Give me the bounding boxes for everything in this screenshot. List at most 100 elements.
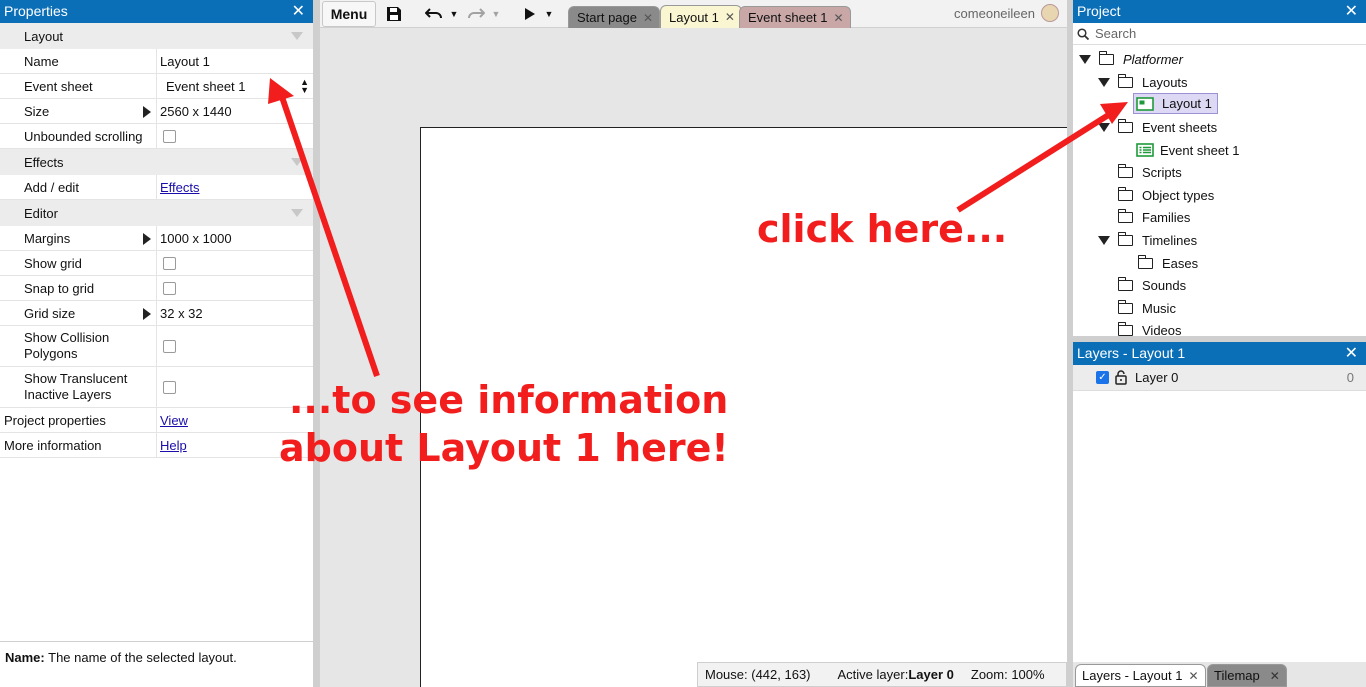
avatar xyxy=(1041,4,1059,22)
tree-label: Videos xyxy=(1142,322,1182,336)
tree-families[interactable]: Families xyxy=(1117,206,1190,229)
layer-row[interactable]: ✓ Layer 0 0 xyxy=(1073,365,1366,391)
event-sheet-value: Event sheet 1 xyxy=(166,78,246,94)
tab-label: Layout 1 xyxy=(669,9,719,25)
close-icon[interactable]: ✕ xyxy=(725,10,735,24)
zoom-level: Zoom: 100% xyxy=(970,667,1045,682)
tree-scripts[interactable]: Scripts xyxy=(1117,161,1182,184)
undo-dropdown-icon[interactable]: ▼ xyxy=(448,0,460,28)
splitter[interactable] xyxy=(313,0,320,687)
redo-icon[interactable] xyxy=(464,0,488,28)
layer-index: 0 xyxy=(1346,370,1354,385)
collapse-icon[interactable] xyxy=(291,158,303,166)
event-sheet-select[interactable]: Event sheet 1 ▲ ▼ xyxy=(157,74,313,98)
tree-eases[interactable]: Eases xyxy=(1137,252,1199,275)
prop-row-event-sheet: Event sheet Event sheet 1 ▲ ▼ xyxy=(0,74,313,99)
tree-label: Scripts xyxy=(1142,164,1182,180)
tree-label: Eases xyxy=(1162,255,1199,271)
close-icon[interactable]: ✕ xyxy=(1345,342,1358,365)
play-icon[interactable] xyxy=(518,0,542,28)
close-icon[interactable]: ✕ xyxy=(643,11,653,25)
tab-start-page[interactable]: Start page ✕ xyxy=(568,6,661,28)
close-icon[interactable]: ✕ xyxy=(1188,669,1198,683)
tab-layers[interactable]: Layers - Layout 1 ✕ xyxy=(1075,664,1206,687)
prop-label: Show Collision Polygons xyxy=(0,326,157,366)
folder-icon xyxy=(1117,186,1133,201)
properties-header: Properties ✕ xyxy=(0,0,313,23)
view-link[interactable]: View xyxy=(160,413,188,428)
prop-label: Add / edit xyxy=(0,175,157,199)
margins-value[interactable]: 1000 x 1000 xyxy=(160,231,232,246)
tree-layout-1[interactable]: Layout 1 xyxy=(1133,93,1218,114)
prop-row-grid-size: Grid size 32 x 32 xyxy=(0,301,313,326)
name-field[interactable]: Layout 1 xyxy=(157,49,313,73)
tab-tilemap[interactable]: Tilemap ✕ xyxy=(1207,664,1287,687)
collapse-icon[interactable] xyxy=(291,32,303,40)
description-text: The name of the selected layout. xyxy=(44,650,237,665)
user-account[interactable]: comeoneileen xyxy=(954,4,1059,22)
section-layout[interactable]: Layout xyxy=(0,23,313,49)
size-value[interactable]: 2560 x 1440 xyxy=(160,104,232,119)
close-icon[interactable]: ✕ xyxy=(834,11,844,25)
tree-label: Event sheets xyxy=(1142,119,1218,135)
effects-link[interactable]: Effects xyxy=(160,180,200,195)
prop-label: Project properties xyxy=(0,408,157,432)
search-placeholder: Search xyxy=(1095,26,1137,41)
help-link[interactable]: Help xyxy=(160,438,187,453)
tree-videos[interactable]: Videos xyxy=(1117,319,1182,336)
collision-polygons-checkbox[interactable] xyxy=(163,339,176,353)
folder-icon xyxy=(1137,254,1153,269)
undo-icon[interactable] xyxy=(422,0,446,28)
redo-dropdown-icon[interactable]: ▼ xyxy=(490,0,502,28)
tab-event-sheet-1[interactable]: Event sheet 1 ✕ xyxy=(739,6,851,28)
tree-event-sheet-1[interactable]: Event sheet 1 xyxy=(1136,139,1240,162)
folder-icon xyxy=(1117,231,1133,246)
translucent-layers-checkbox[interactable] xyxy=(163,380,176,394)
collapse-icon[interactable] xyxy=(291,209,303,217)
caret-down-icon[interactable] xyxy=(1098,122,1110,132)
unlocked-icon[interactable] xyxy=(1115,370,1127,385)
search-input[interactable]: Search xyxy=(1073,23,1366,45)
folder-icon xyxy=(1117,163,1133,178)
info-annotation-line2: about Layout 1 here! xyxy=(279,426,729,470)
tree-object-types[interactable]: Object types xyxy=(1117,184,1214,207)
tab-layout-1[interactable]: Layout 1 ✕ xyxy=(660,5,742,28)
tree-music[interactable]: Music xyxy=(1117,297,1176,320)
menu-button[interactable]: Menu xyxy=(322,1,376,27)
caret-down-icon[interactable] xyxy=(1098,235,1110,245)
layer-visible-checkbox[interactable]: ✓ xyxy=(1096,371,1109,384)
folder-icon xyxy=(1117,208,1133,223)
tree-timelines[interactable]: Timelines xyxy=(1098,229,1197,252)
save-icon[interactable] xyxy=(382,0,406,28)
snap-to-grid-checkbox[interactable] xyxy=(163,281,176,295)
expand-icon[interactable] xyxy=(143,308,151,320)
section-effects[interactable]: Effects xyxy=(0,149,313,175)
close-icon[interactable]: ✕ xyxy=(1270,669,1280,683)
prop-row-project: Project properties View xyxy=(0,408,313,433)
tree-layouts[interactable]: Layouts xyxy=(1098,71,1188,94)
play-dropdown-icon[interactable]: ▼ xyxy=(543,0,555,28)
caret-down-icon[interactable] xyxy=(1098,77,1110,87)
unbounded-scrolling-checkbox[interactable] xyxy=(163,129,176,143)
prop-label: Margins xyxy=(0,226,157,250)
caret-down-icon[interactable] xyxy=(1079,54,1091,64)
show-grid-checkbox[interactable] xyxy=(163,256,176,270)
prop-row-name: Name Layout 1 xyxy=(0,49,313,74)
tree-label: Layouts xyxy=(1142,74,1188,90)
section-editor[interactable]: Editor xyxy=(0,200,313,226)
close-icon[interactable]: ✕ xyxy=(1345,0,1358,23)
prop-row-size: Size 2560 x 1440 xyxy=(0,99,313,124)
tree-sounds[interactable]: Sounds xyxy=(1117,274,1186,297)
grid-size-value[interactable]: 32 x 32 xyxy=(160,306,203,321)
search-icon xyxy=(1077,27,1089,40)
tree-root[interactable]: Platformer xyxy=(1079,48,1183,71)
prop-row-translucent: Show Translucent Inactive Layers xyxy=(0,367,313,408)
mouse-position: Mouse: (442, 163) xyxy=(705,667,811,682)
folder-icon xyxy=(1117,321,1133,336)
close-icon[interactable]: ✕ xyxy=(292,0,305,23)
tree-event-sheets[interactable]: Event sheets xyxy=(1098,116,1217,139)
bottom-tab-bar: Layers - Layout 1 ✕ Tilemap ✕ xyxy=(1073,662,1366,687)
expand-icon[interactable] xyxy=(143,233,151,245)
prop-label: Grid size xyxy=(0,301,157,325)
expand-icon[interactable] xyxy=(143,106,151,118)
